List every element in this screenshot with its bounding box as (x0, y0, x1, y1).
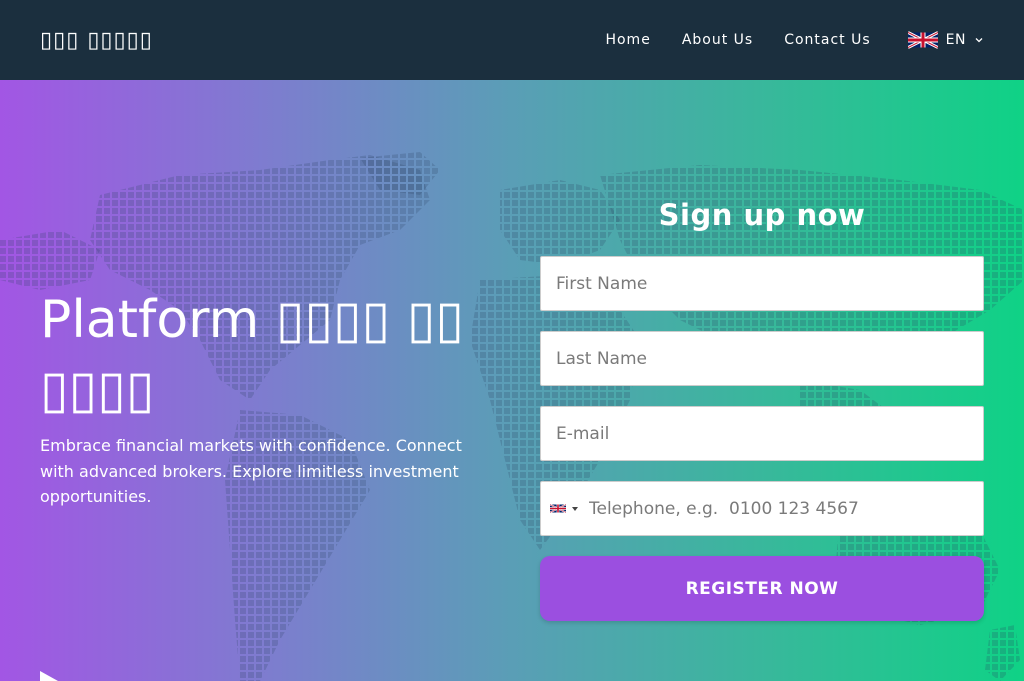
email-field[interactable] (540, 406, 984, 461)
first-name-field[interactable] (540, 256, 984, 311)
telephone-field-group (540, 481, 984, 536)
nav-link-home[interactable]: Home (605, 32, 650, 48)
register-now-button[interactable]: REGISTER NOW (540, 556, 984, 621)
language-selector[interactable]: EN (907, 29, 984, 51)
telephone-input[interactable] (578, 482, 983, 535)
brand-logo-text[interactable]: ▯▯▯ ▯▯▯▯▯ (40, 28, 153, 53)
language-code: EN (945, 32, 966, 48)
chevron-down-icon (975, 38, 983, 43)
last-name-field[interactable] (540, 331, 984, 386)
uk-flag-icon (907, 31, 938, 49)
country-code-selector[interactable] (541, 503, 578, 514)
hero-section: Platform ▯▯▯▯ ▯▯ ▯▯▯▯ Embrace financial … (0, 80, 1024, 681)
uk-flag-icon (550, 503, 566, 514)
nav-menu: Home About Us Contact Us EN (574, 29, 984, 51)
play-icon[interactable] (40, 671, 58, 681)
nav-link-about-us[interactable]: About Us (682, 32, 753, 48)
hero-subtitle: Embrace financial markets with confidenc… (40, 436, 462, 506)
navbar: ▯▯▯ ▯▯▯▯▯ Home About Us Contact Us EN (0, 0, 1024, 80)
nav-link-contact-us[interactable]: Contact Us (784, 32, 870, 48)
signup-form-title: Sign up now (658, 198, 866, 232)
hero-title: Platform ▯▯▯▯ ▯▯ ▯▯▯▯ (40, 290, 465, 420)
